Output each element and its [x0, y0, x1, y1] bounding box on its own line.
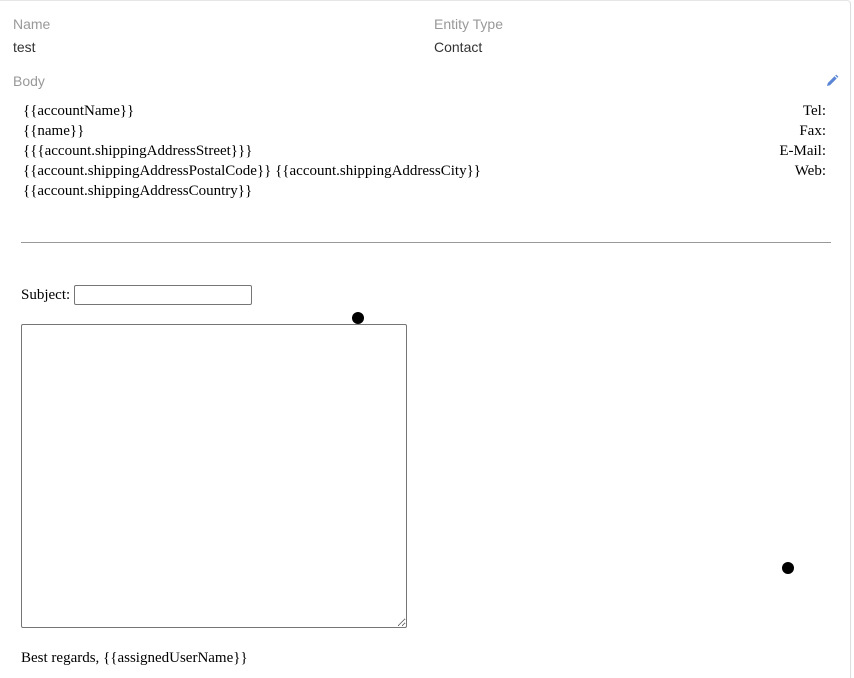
address-line: {{account.shippingAddressPostalCode}} {{… — [23, 163, 481, 179]
contact-line: Web: — [794, 163, 826, 179]
message-textarea[interactable] — [21, 324, 407, 628]
name-value: test — [13, 39, 36, 55]
contact-line: E-Mail: — [779, 143, 826, 159]
body-label: Body — [13, 73, 45, 89]
dot-marker — [782, 562, 794, 574]
address-line: {{accountName}} — [23, 103, 135, 119]
name-label: Name — [13, 16, 51, 32]
entity-type-label: Entity Type — [434, 16, 504, 32]
dot-marker — [352, 312, 364, 324]
divider — [21, 242, 831, 243]
closing-text: Best regards, {{assignedUserName}} — [21, 650, 248, 666]
template-detail-panel: Name test Entity Type Contact Body {{acc… — [0, 0, 851, 678]
contact-line: Fax: — [799, 123, 826, 139]
address-line: {{account.shippingAddressCountry}} — [23, 183, 253, 199]
address-block: {{accountName}} {{name}} {{{account.ship… — [23, 101, 481, 201]
contact-line: Tel: — [802, 103, 826, 119]
subject-input[interactable] — [74, 285, 253, 305]
subject-row: Subject: — [21, 285, 253, 305]
address-line: {{{account.shippingAddressStreet}}} — [23, 143, 253, 159]
entity-type-value: Contact — [434, 39, 483, 55]
pencil-icon[interactable] — [825, 74, 839, 88]
subject-label: Subject: — [21, 287, 71, 303]
contact-block: Tel: Fax: E-Mail: Web: — [779, 101, 826, 181]
address-line: {{name}} — [23, 123, 85, 139]
